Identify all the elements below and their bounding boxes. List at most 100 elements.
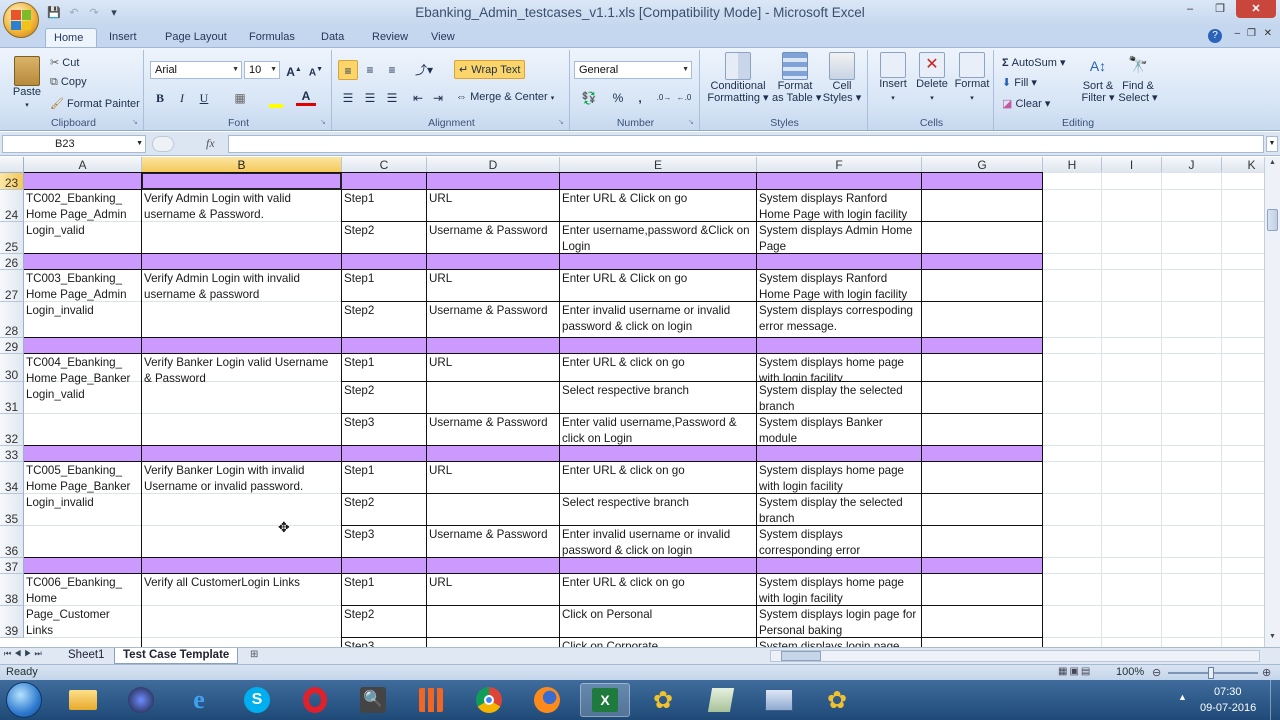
cell-b27[interactable]: Verify Admin Login with invalid username…	[142, 270, 341, 338]
scroll-up-icon[interactable]: ▲	[1267, 159, 1278, 171]
column-header-a[interactable]: A	[24, 157, 142, 173]
cell-e28[interactable]: Enter invalid username or invalid passwo…	[560, 302, 756, 338]
column-header-e[interactable]: E	[560, 157, 757, 173]
tab-formulas[interactable]: Formulas	[241, 28, 303, 48]
italic-button[interactable]: I	[172, 88, 192, 108]
formula-bar-handle[interactable]	[152, 136, 174, 152]
skype-icon[interactable]: S	[232, 683, 282, 717]
cell-c24[interactable]: Step1	[342, 190, 426, 222]
cell-c27[interactable]: Step1	[342, 270, 426, 302]
shrink-font-button[interactable]: A▼	[306, 60, 326, 80]
cell-e24[interactable]: Enter URL & Click on go	[560, 190, 756, 222]
cell-c38[interactable]: Step1	[342, 574, 426, 606]
zoom-in-icon[interactable]: ⊕	[1262, 666, 1271, 679]
row-header-31[interactable]: 31	[0, 382, 24, 414]
file-explorer-icon[interactable]	[58, 683, 108, 717]
app-grid-icon[interactable]	[406, 683, 456, 717]
align-bottom-icon[interactable]: ≡	[382, 60, 402, 80]
cell-f30[interactable]: System displays home page with login fac…	[757, 354, 921, 382]
tab-review[interactable]: Review	[364, 28, 416, 48]
cell-a34[interactable]: TC005_Ebanking_ Home Page_Banker Login_i…	[24, 462, 141, 558]
column-header-g[interactable]: G	[922, 157, 1043, 173]
cell-c35[interactable]: Step2	[342, 494, 426, 526]
media-player-icon[interactable]	[116, 683, 166, 717]
cell-a38[interactable]: TC006_Ebanking_ Home Page_Customer Links	[24, 574, 141, 647]
notes-app-icon[interactable]	[696, 683, 746, 717]
tray-expand-icon[interactable]: ▲	[1178, 692, 1187, 702]
conditional-formatting-button[interactable]: Conditional Formatting ▾	[706, 52, 770, 104]
row-header-34[interactable]: 34	[0, 462, 24, 494]
tab-view[interactable]: View	[423, 28, 463, 48]
dialog-launcher-icon[interactable]: ↘	[688, 119, 696, 127]
flower-app-icon[interactable]: ✿	[638, 683, 688, 717]
wrap-text-button[interactable]: ↵ Wrap Text	[454, 60, 526, 79]
cell-c34[interactable]: Step1	[342, 462, 426, 494]
cell-d28[interactable]: Username & Password	[427, 302, 559, 338]
cell-f40[interactable]: System displays login page	[757, 638, 921, 647]
restore-button[interactable]: ❐	[1206, 0, 1234, 18]
font-color-icon[interactable]: A	[296, 88, 316, 106]
cell-e32[interactable]: Enter valid username,Password & click on…	[560, 414, 756, 446]
computer-icon[interactable]	[754, 683, 804, 717]
scroll-down-icon[interactable]: ▼	[1267, 633, 1278, 645]
help-icon[interactable]: ?	[1208, 29, 1222, 43]
cell-e25[interactable]: Enter username,password &Click on Login	[560, 222, 756, 254]
paste-button[interactable]: Paste ▾	[8, 54, 46, 118]
workbook-restore-button[interactable]: ❐	[1247, 28, 1256, 39]
grow-font-button[interactable]: A▲	[284, 60, 304, 80]
format-as-table-button[interactable]: Format as Table ▾	[772, 52, 821, 104]
cell-d24[interactable]: URL	[427, 190, 559, 222]
orientation-icon[interactable]: ⤴▾	[410, 60, 438, 80]
row-header-35[interactable]: 35	[0, 494, 24, 526]
align-center-icon[interactable]: ☰	[360, 88, 380, 108]
excel-taskbar-icon[interactable]: X	[580, 683, 630, 717]
sort-filter-button[interactable]: A↕ Sort & Filter ▾	[1078, 52, 1118, 104]
insert-cells-button[interactable]: Insert ▾	[874, 52, 912, 105]
row-header-39[interactable]: 39	[0, 606, 24, 638]
horizontal-scrollbar[interactable]	[770, 650, 1260, 662]
cell-a30[interactable]: TC004_Ebanking_ Home Page_Banker Login_v…	[24, 354, 141, 446]
cell-c28[interactable]: Step2	[342, 302, 426, 338]
comma-button[interactable]: ,	[630, 88, 650, 108]
dialog-launcher-icon[interactable]: ↘	[558, 119, 566, 127]
cell-f24[interactable]: System displays Ranford Home Page with l…	[757, 190, 921, 222]
cell-e30[interactable]: Enter URL & click on go	[560, 354, 756, 382]
align-left-icon[interactable]: ☰	[338, 88, 358, 108]
cell-b30[interactable]: Verify Banker Login valid Username & Pas…	[142, 354, 341, 446]
row-header-23[interactable]: 23	[0, 173, 24, 190]
increase-decimal-icon[interactable]: .0→	[654, 88, 674, 108]
increase-indent-icon[interactable]: ⇥	[428, 88, 448, 108]
delete-cells-button[interactable]: ✕ Delete ▾	[912, 52, 952, 105]
merge-center-button[interactable]: ⇔ Merge & Center ▾	[456, 91, 554, 103]
workbook-close-button[interactable]: ✕	[1264, 28, 1272, 39]
tab-page-layout[interactable]: Page Layout	[157, 28, 235, 48]
opera-icon[interactable]	[290, 683, 340, 717]
tab-insert[interactable]: Insert	[101, 28, 145, 48]
column-header-d[interactable]: D	[427, 157, 560, 173]
workbook-minimize-button[interactable]: –	[1234, 28, 1240, 39]
view-mode-icons[interactable]: ▦▣▤	[1058, 666, 1092, 677]
cell-e39[interactable]: Click on Personal	[560, 606, 756, 638]
dialog-launcher-icon[interactable]: ↘	[320, 119, 328, 127]
cell-e38[interactable]: Enter URL & click on go	[560, 574, 756, 606]
decrease-decimal-icon[interactable]: ←.0	[674, 88, 694, 108]
active-cell-b23[interactable]	[142, 173, 342, 190]
office-button[interactable]	[3, 2, 39, 38]
bold-button[interactable]: B	[150, 88, 170, 108]
cell-d30[interactable]: URL	[427, 354, 559, 382]
align-top-icon[interactable]: ≡	[338, 60, 358, 80]
worksheet-grid[interactable]: ABCDEFGHIJK 23 24 25 26 27 28 29 30 31 32 33 34 35 36…	[0, 157, 1264, 647]
borders-icon[interactable]: ▦	[230, 88, 250, 108]
row-header-37[interactable]: 37	[0, 558, 24, 574]
chrome-icon[interactable]	[464, 683, 514, 717]
cell-styles-button[interactable]: Cell Styles ▾	[820, 52, 864, 104]
row-header-28[interactable]: 28	[0, 302, 24, 338]
cell-f27[interactable]: System displays Ranford Home Page with l…	[757, 270, 921, 302]
cut-button[interactable]: ✂ Cut	[50, 56, 79, 69]
cell-c31[interactable]: Step2	[342, 382, 426, 414]
tab-home[interactable]: Home	[45, 28, 97, 48]
row-header-29[interactable]: 29	[0, 338, 24, 354]
cell-c32[interactable]: Step3	[342, 414, 426, 446]
fill-button[interactable]: ⬇ Fill ▾	[1002, 76, 1037, 89]
align-right-icon[interactable]: ☰	[382, 88, 402, 108]
